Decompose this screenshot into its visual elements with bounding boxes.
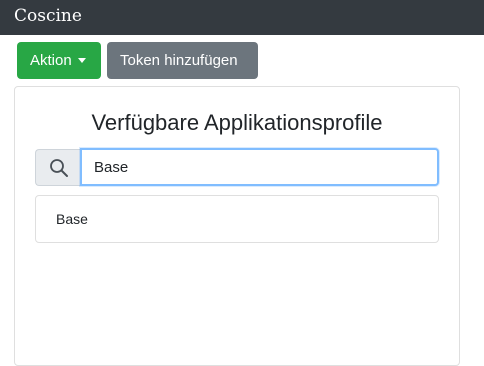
logo-text: Coscine — [14, 6, 82, 26]
profile-search-input[interactable] — [80, 148, 439, 186]
add-token-label: Token hinzufügen — [120, 52, 238, 69]
search-results-list: Base — [35, 195, 439, 243]
result-item-base[interactable]: Base — [56, 211, 88, 227]
top-navbar: Coscine — [0, 0, 484, 35]
add-token-button[interactable]: Token hinzufügen — [107, 42, 258, 79]
card-title: Verfügbare Applikationsprofile — [91, 110, 383, 135]
caret-down-icon — [77, 58, 86, 63]
action-dropdown-button[interactable]: Aktion — [17, 42, 101, 79]
search-addon — [35, 149, 81, 186]
coscine-logo[interactable]: Coscine — [14, 4, 82, 28]
action-button-label: Aktion — [30, 52, 72, 69]
search-icon — [49, 158, 68, 177]
